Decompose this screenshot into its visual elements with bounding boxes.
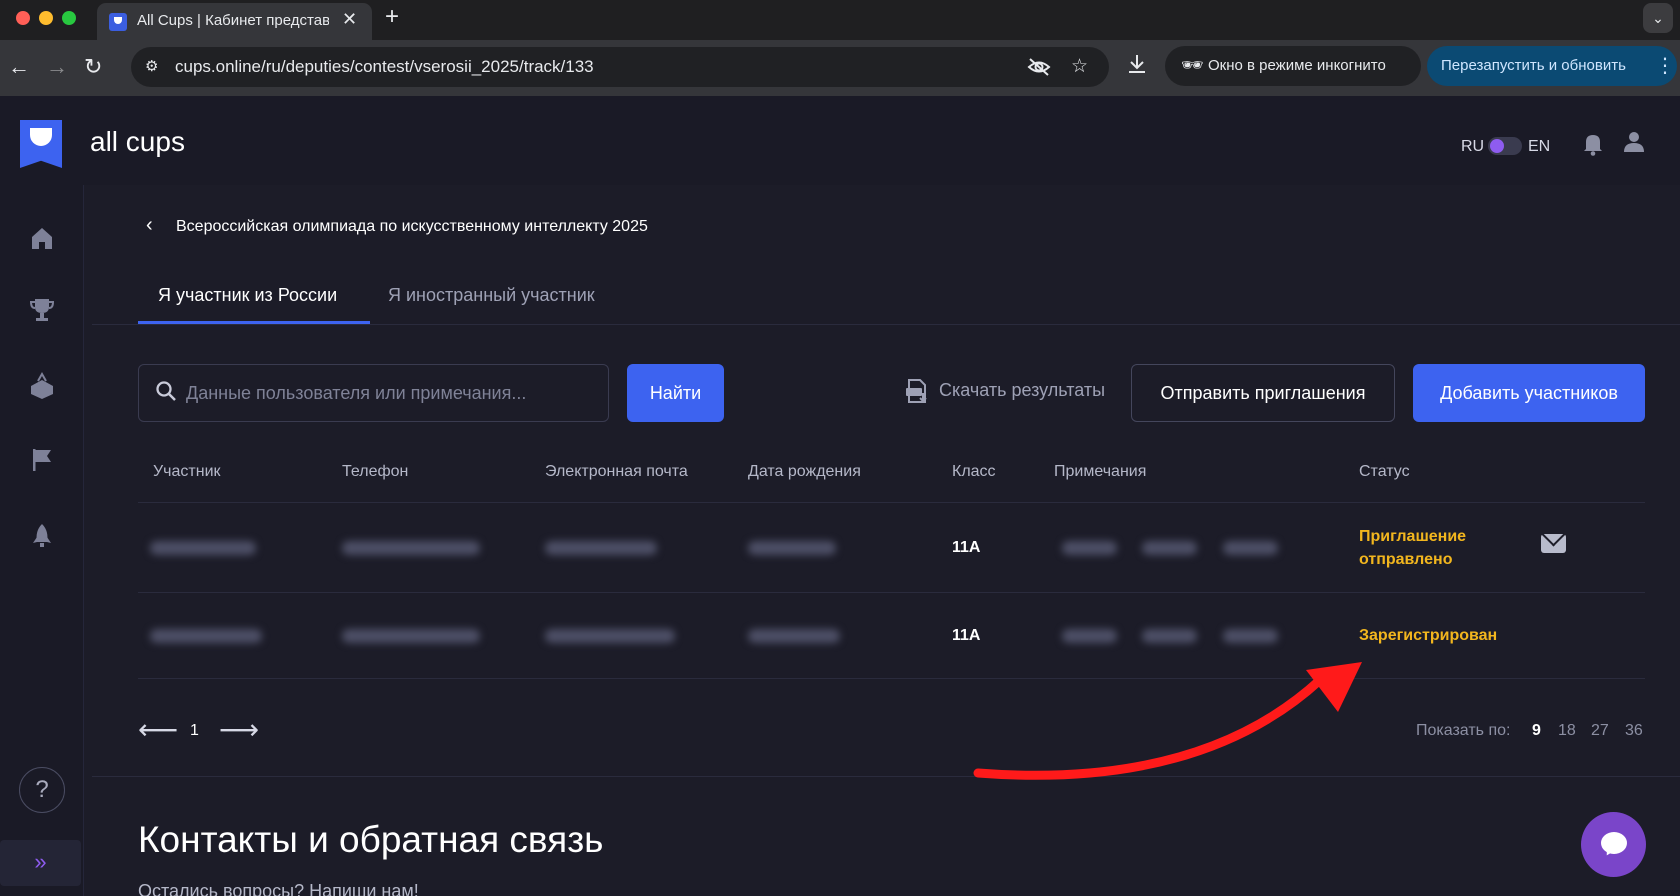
tab-foreign-participant[interactable]: Я иностранный участник — [388, 285, 595, 306]
column-birthdate: Дата рождения — [748, 463, 861, 480]
search-input[interactable] — [186, 366, 596, 420]
redacted-birthdate — [748, 629, 840, 643]
eye-off-icon[interactable] — [1027, 57, 1051, 77]
address-bar[interactable]: ⚙ cups.online/ru/deputies/contest/vseros… — [131, 47, 1109, 87]
user-profile-icon[interactable] — [1622, 130, 1646, 154]
chat-bubble-icon — [1601, 832, 1627, 854]
resend-invitation-mail-icon[interactable] — [1541, 534, 1566, 553]
reload-icon[interactable]: ↻ — [84, 54, 102, 80]
tabs-divider — [92, 324, 1680, 325]
lang-en-label: EN — [1528, 138, 1551, 155]
home-icon[interactable] — [27, 223, 57, 253]
column-notes: Примечания — [1054, 463, 1147, 480]
column-email: Электронная почта — [545, 463, 688, 480]
sidebar: ? » — [0, 185, 84, 896]
redacted-participant-name — [150, 629, 262, 643]
site-header: all cups RU EN — [0, 96, 1680, 185]
row-divider — [138, 592, 1645, 593]
row-divider — [138, 502, 1645, 503]
notifications-bell-icon[interactable] — [1582, 132, 1604, 156]
relaunch-update-button[interactable]: Перезапустить и обновить ⋮ — [1427, 46, 1677, 86]
column-class: Класс — [952, 463, 996, 480]
box-icon[interactable] — [27, 371, 57, 401]
contacts-heading: Контакты и обратная связь — [138, 819, 604, 860]
incognito-label: Окно в режиме инкогнито — [1208, 57, 1386, 74]
page-size-9[interactable]: 9 — [1532, 722, 1541, 740]
page-size-18[interactable]: 18 — [1558, 722, 1576, 740]
incognito-indicator[interactable]: 🕶 Окно в режиме инкогнито — [1165, 46, 1421, 86]
column-phone: Телефон — [342, 463, 409, 480]
breadcrumb[interactable]: Всероссийская олимпиада по искусственном… — [176, 218, 648, 236]
redacted-phone — [342, 629, 480, 643]
row-divider — [138, 678, 1645, 679]
downloads-icon[interactable] — [1126, 53, 1148, 75]
search-icon — [156, 381, 176, 401]
forward-icon[interactable]: → — [46, 54, 68, 80]
tab-russia-participant[interactable]: Я участник из России — [158, 285, 337, 306]
send-invitations-button[interactable]: Отправить приглашения — [1131, 364, 1395, 422]
find-button[interactable]: Найти — [627, 364, 724, 422]
redacted-note — [1142, 541, 1197, 555]
class-cell: 11А — [952, 539, 981, 556]
page-size-label: Показать по: — [1416, 722, 1511, 739]
class-cell: 11А — [952, 627, 981, 644]
redacted-note — [1142, 629, 1197, 643]
redacted-note — [1062, 629, 1117, 643]
download-results-button[interactable]: Скачать результаты — [939, 380, 1105, 401]
page-size-36[interactable]: 36 — [1625, 722, 1643, 740]
window-minimize-icon[interactable] — [39, 11, 53, 25]
redacted-note — [1223, 629, 1278, 643]
logo-text[interactable]: all cups — [90, 126, 185, 158]
column-status: Статус — [1359, 463, 1410, 480]
language-toggle-knob — [1490, 139, 1504, 153]
redacted-email — [545, 541, 657, 555]
column-participant: Участник — [153, 463, 221, 480]
redacted-note — [1223, 541, 1278, 555]
new-tab-icon[interactable]: + — [385, 3, 399, 31]
prev-page-arrow-icon[interactable]: ⟵ — [138, 713, 178, 746]
redacted-participant-name — [150, 541, 256, 555]
redacted-email — [545, 629, 675, 643]
window-zoom-icon[interactable] — [62, 11, 76, 25]
help-button[interactable]: ? — [19, 767, 65, 813]
window-close-icon[interactable] — [16, 11, 30, 25]
url-text[interactable]: cups.online/ru/deputies/contest/vserosii… — [175, 57, 594, 77]
redacted-birthdate — [748, 541, 836, 555]
tab-search-icon[interactable]: ⌄ — [1643, 3, 1673, 33]
contacts-subtitle: Остались вопросы? Напиши нам! — [138, 881, 419, 896]
rocket-icon[interactable] — [27, 521, 57, 551]
section-divider — [92, 776, 1680, 777]
add-participants-button[interactable]: Добавить участников — [1413, 364, 1645, 422]
breadcrumb-back-icon[interactable]: ‹ — [146, 214, 153, 237]
trophy-icon[interactable] — [27, 295, 57, 325]
download-file-icon[interactable] — [905, 378, 929, 404]
expand-sidebar-button[interactable]: » — [0, 840, 81, 886]
page-number[interactable]: 1 — [190, 722, 199, 740]
close-tab-icon[interactable]: ✕ — [342, 9, 357, 30]
search-field[interactable] — [138, 364, 609, 422]
browser-tabbar: All Cups | Кабинет представителя ✕ + ⌄ — [0, 0, 1680, 40]
bookmark-star-icon[interactable]: ☆ — [1071, 55, 1088, 78]
page-size-27[interactable]: 27 — [1591, 722, 1609, 740]
next-page-arrow-icon[interactable]: ⟶ — [219, 713, 259, 746]
redacted-phone — [342, 541, 480, 555]
site-info-icon[interactable]: ⚙ — [145, 57, 165, 77]
redacted-note — [1062, 541, 1117, 555]
more-menu-icon[interactable]: ⋮ — [1655, 53, 1675, 78]
status-badge: Зарегистрирован — [1359, 627, 1498, 644]
back-icon[interactable]: ← — [8, 54, 30, 80]
lang-ru-label: RU — [1461, 138, 1485, 155]
tab-title: All Cups | Кабинет представителя — [137, 12, 329, 29]
status-badge: Приглашение отправлено — [1359, 528, 1467, 568]
allcups-favicon-icon — [109, 13, 127, 31]
incognito-icon: 🕶 — [1181, 55, 1204, 75]
flag-icon[interactable] — [27, 445, 57, 475]
relaunch-label: Перезапустить и обновить — [1441, 57, 1626, 74]
browser-toolbar: ← → ↻ ⚙ cups.online/ru/deputies/contest/… — [0, 40, 1680, 96]
browser-tab[interactable]: All Cups | Кабинет представителя ✕ — [97, 3, 372, 40]
